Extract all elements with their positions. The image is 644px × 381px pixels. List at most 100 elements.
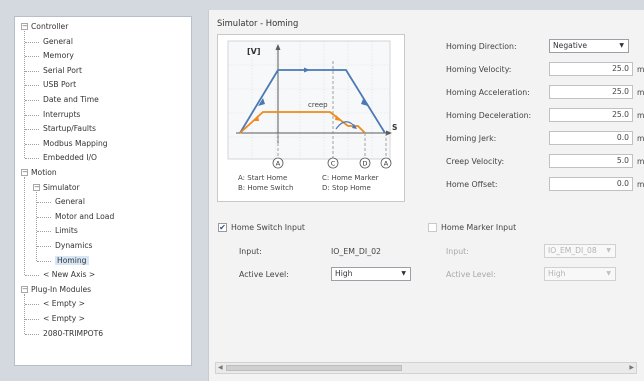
home-marker-level-label: Active Level: bbox=[446, 270, 496, 279]
homing-diagram: creep [V] S A C D A A: Start Home C: Hom… bbox=[217, 34, 405, 202]
tree-connector bbox=[25, 70, 39, 72]
marker-d: D bbox=[362, 160, 367, 168]
home-switch-checkbox[interactable]: ✔ bbox=[218, 223, 227, 232]
scrollbar-thumb[interactable] bbox=[226, 365, 402, 371]
tree-item[interactable]: Limits bbox=[55, 225, 78, 236]
tree-item[interactable]: USB Port bbox=[43, 79, 76, 90]
tree-connector bbox=[25, 319, 39, 320]
creep-velocity-field[interactable]: 5.0 bbox=[549, 154, 633, 168]
tree-connector bbox=[25, 85, 39, 87]
collapse-toggle-icon[interactable]: − bbox=[21, 169, 28, 176]
tree-item-label: < Empty > bbox=[43, 299, 86, 309]
tree-connector bbox=[36, 191, 37, 261]
tree-connector bbox=[25, 304, 39, 306]
tree-item-label: Limits bbox=[55, 226, 78, 236]
creep-velocity-unit: m bbox=[637, 157, 644, 166]
tree-item[interactable]: Modbus Mapping bbox=[43, 138, 108, 149]
tree-item[interactable]: General bbox=[55, 196, 85, 207]
tree-item-label: Startup/Faults bbox=[43, 124, 96, 134]
project-tree[interactable]: − Controller General Memory Serial Port USB P… bbox=[14, 16, 192, 366]
v-axis-label: [V] bbox=[247, 47, 261, 56]
tree-item-label: Date and Time bbox=[43, 95, 99, 104]
homing-velocity-label: Homing Velocity: bbox=[446, 65, 512, 74]
tree-item-label: Homing bbox=[55, 255, 89, 265]
collapse-toggle-icon[interactable]: − bbox=[33, 183, 40, 191]
home-marker-level-select[interactable]: High ▼ bbox=[544, 267, 616, 281]
tree-item[interactable]: Motion bbox=[31, 167, 57, 178]
tree-item[interactable]: Date and Time bbox=[43, 94, 99, 105]
tree-item-label: General bbox=[43, 36, 73, 46]
marker-circles: A C D A bbox=[272, 157, 392, 169]
tree-item[interactable]: < Empty > bbox=[43, 298, 85, 309]
collapse-toggle-icon[interactable]: − bbox=[21, 285, 28, 293]
tree-item[interactable]: Startup/Faults bbox=[43, 123, 96, 134]
home-offset-unit: m bbox=[637, 180, 644, 189]
tree-item[interactable]: Dynamics bbox=[55, 240, 92, 251]
scroll-left-icon[interactable]: ◀ bbox=[218, 363, 223, 373]
marker-a1: A bbox=[276, 160, 281, 168]
homing-velocity-field[interactable]: 25.0 bbox=[549, 62, 633, 76]
s-axis-label: S bbox=[392, 123, 397, 132]
tree-connector bbox=[25, 114, 39, 116]
tree-item[interactable]: Interrupts bbox=[43, 109, 80, 120]
scroll-right-icon[interactable]: ▶ bbox=[629, 363, 634, 373]
tree-item-label: < New Axis > bbox=[43, 270, 96, 280]
homing-jerk-label: Homing Jerk: bbox=[446, 134, 497, 143]
creep-label: creep bbox=[308, 101, 328, 109]
chevron-down-icon: ▼ bbox=[401, 270, 406, 277]
homing-acceleration-field[interactable]: 25.0 bbox=[549, 85, 633, 99]
home-switch-level-label: Active Level: bbox=[239, 270, 289, 279]
tree-item-label: Controller bbox=[31, 22, 69, 31]
tree-item[interactable]: < New Axis > bbox=[43, 269, 95, 280]
tree-connector bbox=[37, 260, 51, 262]
tree-connector bbox=[25, 56, 39, 58]
tree-item[interactable]: General bbox=[43, 36, 73, 47]
chevron-down-icon: ▼ bbox=[606, 247, 611, 254]
tree-item-label: Plug-In Modules bbox=[31, 284, 92, 294]
panel-title: Simulator - Homing bbox=[217, 18, 299, 28]
home-switch-label: Home Switch Input bbox=[231, 223, 305, 232]
homing-deceleration-field[interactable]: 25.0 bbox=[549, 108, 633, 122]
tree-item-label: Serial Port bbox=[43, 65, 82, 75]
tree-item-label: Embedded I/O bbox=[43, 153, 98, 163]
tree-item-label: General bbox=[55, 197, 85, 207]
home-marker-level-value: High bbox=[548, 269, 566, 278]
tree-connector bbox=[24, 177, 25, 276]
tree-item[interactable]: Motor and Load bbox=[55, 211, 114, 222]
tree-item-label: Memory bbox=[43, 51, 74, 61]
horizontal-scrollbar[interactable]: ◀ ▶ bbox=[215, 362, 637, 374]
legend-start-home: A: Start Home bbox=[238, 174, 288, 182]
legend-stop-home: D: Stop Home bbox=[322, 184, 371, 192]
home-switch-input-label: Input: bbox=[239, 247, 262, 256]
tree-item-label: USB Port bbox=[43, 80, 77, 90]
tree-item[interactable]: < Empty > bbox=[43, 313, 85, 324]
tree-connector bbox=[37, 231, 51, 233]
home-marker-input-value: IO_EM_DI_08 bbox=[548, 246, 597, 255]
tree-item[interactable]: 2080-TRIMPOT6 bbox=[43, 328, 103, 339]
tree-item[interactable]: Plug-In Modules bbox=[31, 284, 91, 295]
tree-item[interactable]: Homing bbox=[55, 255, 89, 266]
tree-item[interactable]: Simulator bbox=[43, 182, 80, 193]
collapse-toggle-icon[interactable]: − bbox=[21, 23, 28, 30]
home-switch-level-select[interactable]: High ▼ bbox=[331, 267, 411, 281]
chevron-down-icon: ▼ bbox=[619, 42, 624, 49]
marker-a2: A bbox=[384, 160, 389, 168]
homing-jerk-field[interactable]: 0.0 bbox=[549, 131, 633, 145]
homing-velocity-unit: m bbox=[637, 65, 644, 74]
tree-connector bbox=[25, 143, 39, 145]
tree-item-label: Modbus Mapping bbox=[43, 138, 108, 148]
tree-item[interactable]: Serial Port bbox=[43, 65, 82, 76]
tree-item-label: Dynamics bbox=[55, 241, 93, 250]
tree-item[interactable]: Controller bbox=[31, 21, 68, 32]
tree-item[interactable]: Embedded I/O bbox=[43, 152, 97, 163]
legend-home-switch: B: Home Switch bbox=[238, 184, 294, 192]
tree-item-label: < Empty > bbox=[43, 314, 86, 323]
tree-item[interactable]: Memory bbox=[43, 50, 74, 61]
tree-item-label: Motion bbox=[31, 168, 57, 177]
homing-direction-select[interactable]: Negative ▼ bbox=[549, 39, 629, 53]
plot-frame bbox=[227, 40, 391, 160]
tree-connector bbox=[37, 202, 51, 204]
home-marker-input-select[interactable]: IO_EM_DI_08 ▼ bbox=[544, 244, 616, 258]
home-marker-checkbox[interactable] bbox=[428, 223, 437, 232]
home-offset-field[interactable]: 0.0 bbox=[549, 177, 633, 191]
